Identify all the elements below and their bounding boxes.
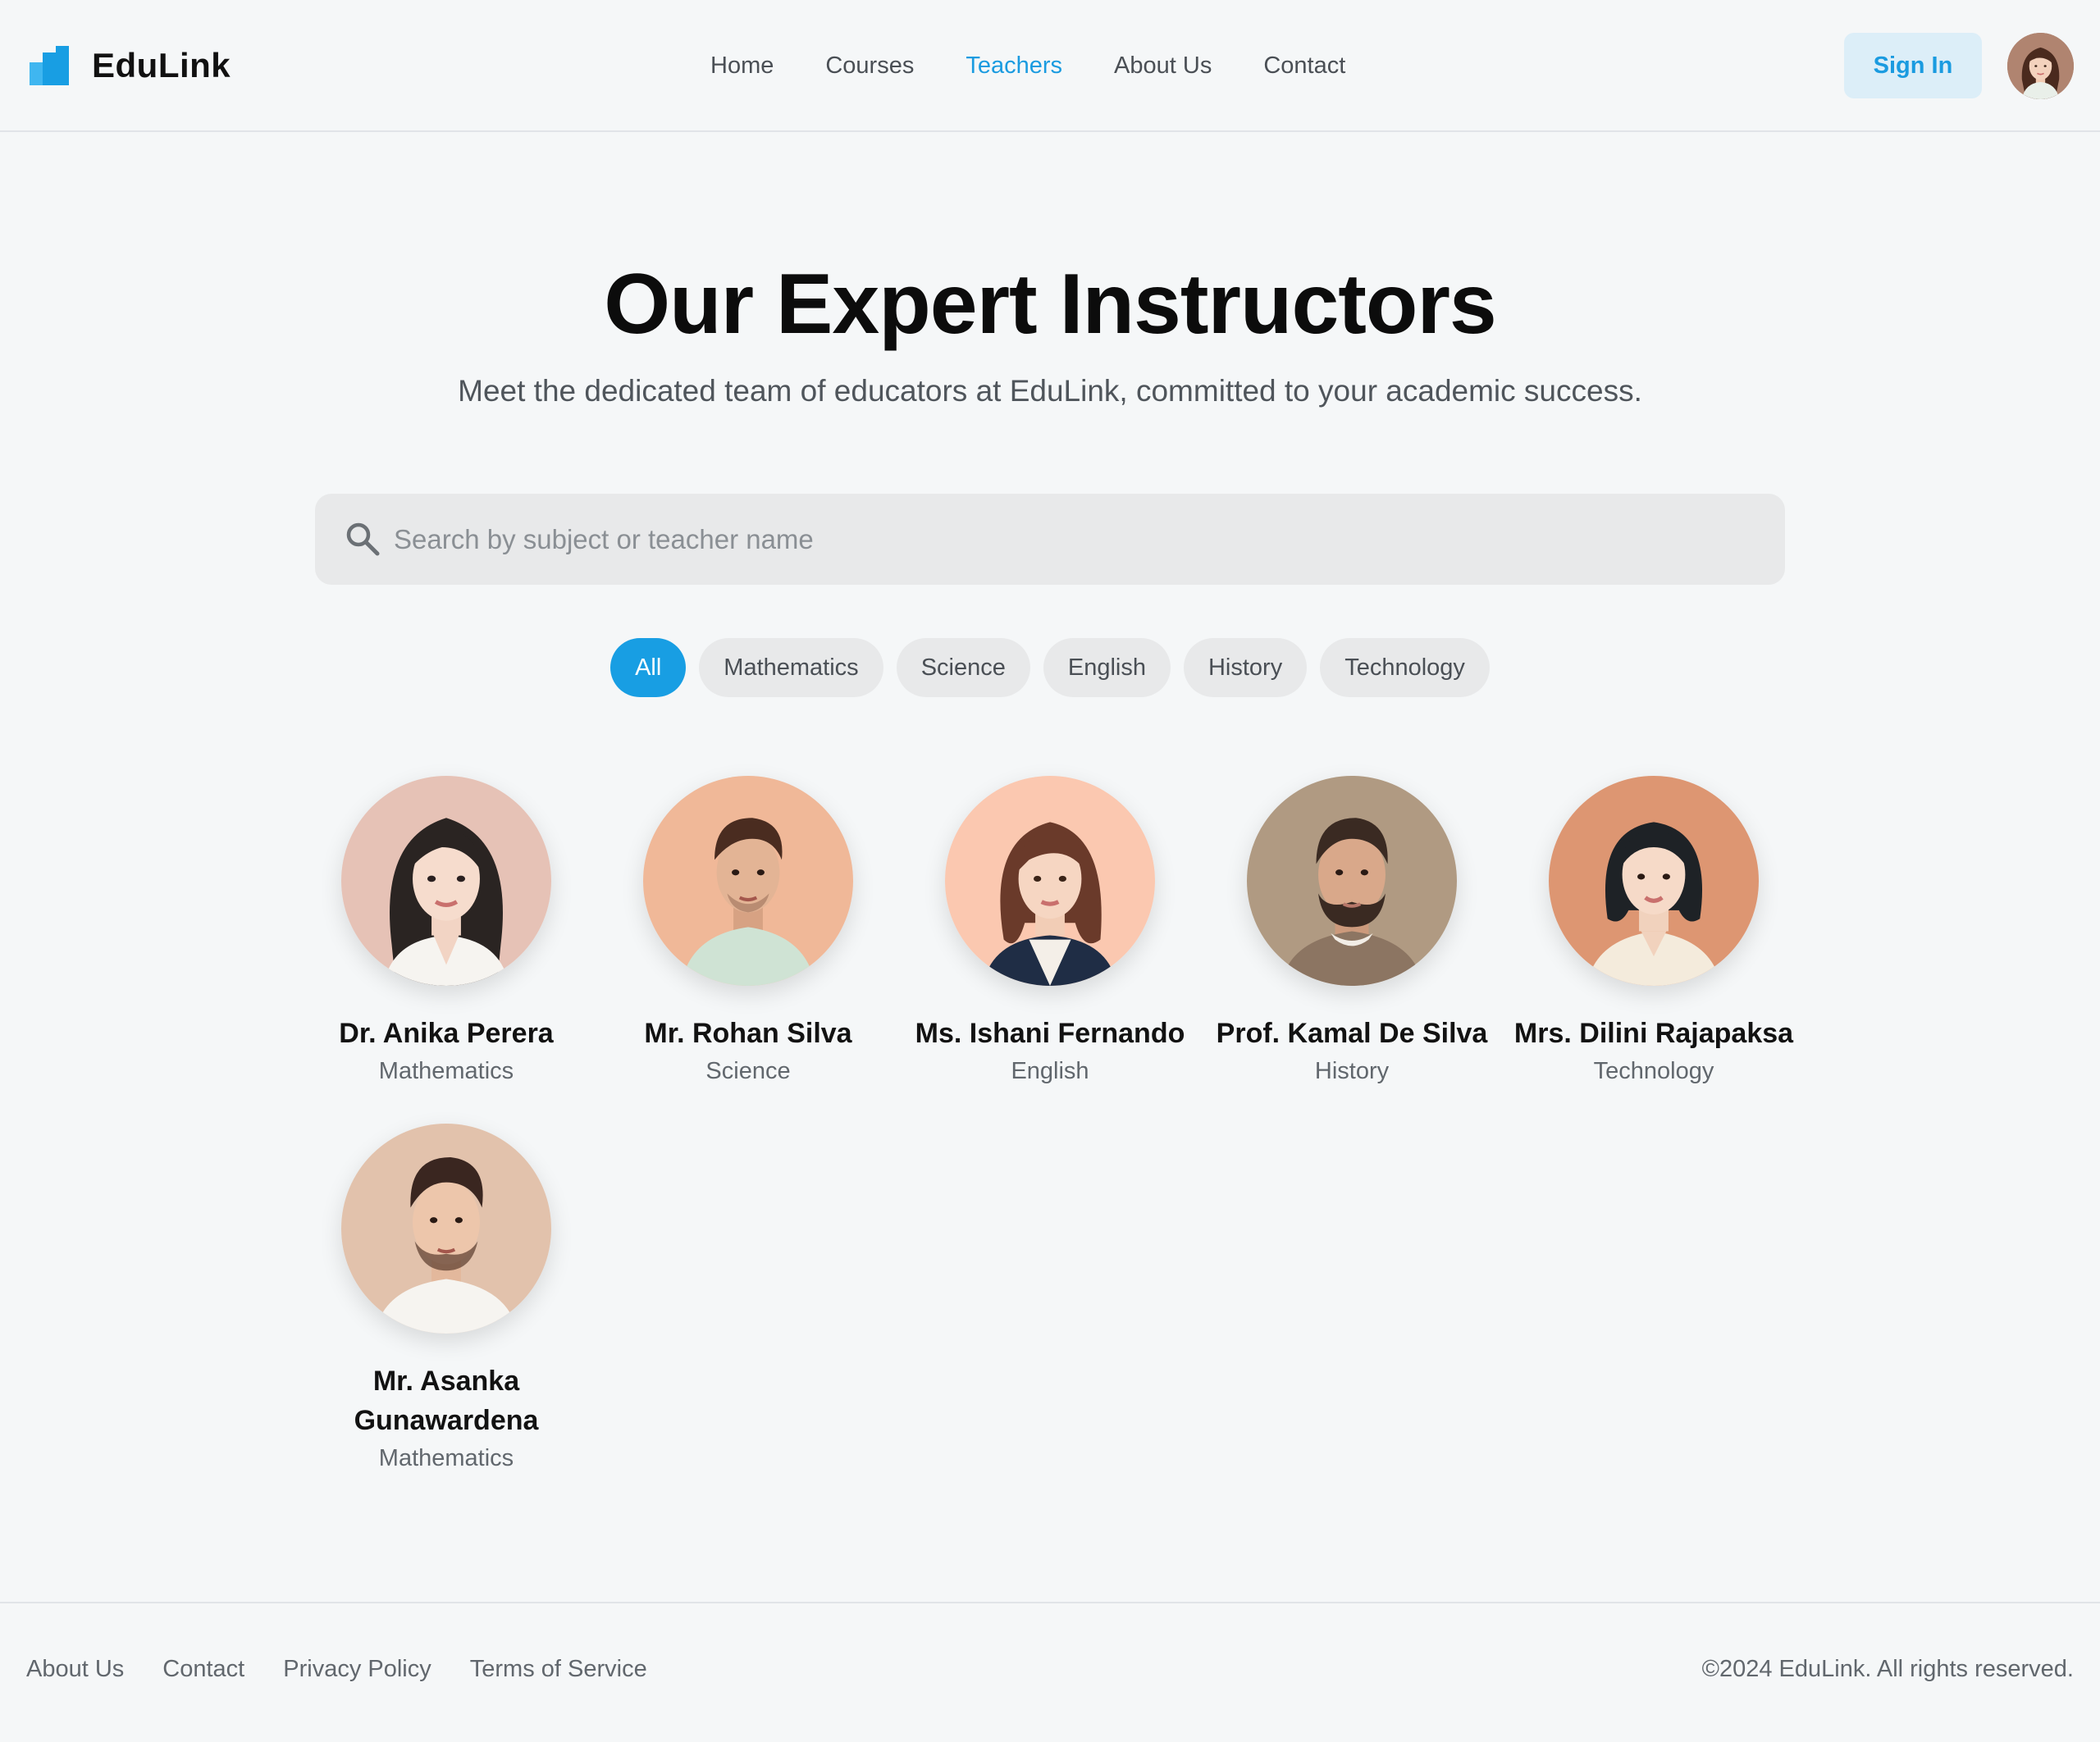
teacher-name: Dr. Anika Perera — [339, 1018, 554, 1049]
teacher-name: Prof. Kamal De Silva — [1216, 1018, 1488, 1049]
teacher-photo — [643, 776, 853, 986]
footer-link-privacy-policy[interactable]: Privacy Policy — [283, 1656, 431, 1683]
teacher-card[interactable]: Ms. Ishani Fernando English — [899, 776, 1201, 1088]
filter-english[interactable]: English — [1043, 638, 1171, 697]
search-input[interactable] — [394, 494, 1755, 585]
teacher-photo — [945, 776, 1155, 986]
footer-link-about-us[interactable]: About Us — [26, 1656, 124, 1683]
page-title: Our Expert Instructors — [604, 257, 1497, 352]
footer-link-terms-of-service[interactable]: Terms of Service — [470, 1656, 647, 1683]
nav-courses[interactable]: Courses — [825, 52, 914, 80]
subject-filters: All Mathematics Science English History … — [0, 638, 2100, 697]
user-avatar-image — [2007, 33, 2074, 99]
nav-contact[interactable]: Contact — [1263, 52, 1345, 80]
teacher-card[interactable]: Dr. Anika Perera Mathematics — [295, 776, 597, 1088]
search-bar[interactable] — [315, 494, 1785, 585]
filter-all[interactable]: All — [610, 638, 687, 697]
teacher-photo — [1247, 776, 1457, 986]
teacher-name: Mrs. Dilini Rajapaksa — [1513, 1018, 1794, 1049]
teacher-subject: Science — [705, 1058, 791, 1084]
nav-about-us[interactable]: About Us — [1114, 52, 1212, 80]
teacher-card[interactable]: Prof. Kamal De Silva History — [1201, 776, 1503, 1088]
teacher-subject: Technology — [1593, 1058, 1714, 1084]
search-icon — [346, 522, 380, 556]
filter-technology[interactable]: Technology — [1320, 638, 1490, 697]
teacher-subject: English — [1011, 1058, 1089, 1084]
teacher-photo — [341, 776, 551, 986]
teacher-card[interactable]: Mr. Rohan Silva Science — [597, 776, 899, 1088]
top-header: EduLink Home Courses Teachers About Us C… — [0, 0, 2100, 132]
teacher-name: Mr. Asanka Gunawardena — [354, 1366, 539, 1436]
filter-history[interactable]: History — [1183, 638, 1308, 697]
nav-home[interactable]: Home — [710, 52, 774, 80]
teacher-subject: Mathematics — [378, 1445, 514, 1471]
edulink-logo-icon — [30, 46, 69, 85]
page-subtitle: Meet the dedicated team of educators at … — [458, 374, 1642, 408]
teacher-subject: Mathematics — [378, 1058, 514, 1084]
user-avatar[interactable] — [2007, 33, 2074, 99]
teacher-photo — [341, 1124, 551, 1334]
copyright-text: ©2024 EduLink. All rights reserved. — [1701, 1656, 2074, 1682]
brand[interactable]: EduLink — [30, 39, 231, 92]
teacher-card[interactable]: Mr. Asanka Gunawardena Mathematics — [295, 1124, 597, 1475]
main-nav: Home Courses Teachers About Us Contact — [710, 43, 1345, 89]
brand-name: EduLink — [92, 46, 231, 84]
teacher-name: Ms. Ishani Fernando — [915, 1018, 1185, 1049]
teacher-subject: History — [1314, 1058, 1390, 1084]
footer-link-contact[interactable]: Contact — [162, 1656, 244, 1683]
sign-in-button[interactable]: Sign In — [1844, 33, 1982, 98]
teacher-name: Mr. Rohan Silva — [644, 1018, 852, 1049]
teacher-photo — [1549, 776, 1759, 986]
footer-links: About Us Contact Privacy Policy Terms of… — [26, 1656, 686, 1683]
nav-teachers[interactable]: Teachers — [966, 52, 1062, 80]
filter-mathematics[interactable]: Mathematics — [699, 638, 883, 697]
teacher-card[interactable]: Mrs. Dilini Rajapaksa Technology — [1503, 776, 1805, 1088]
page-footer: About Us Contact Privacy Policy Terms of… — [0, 1602, 2100, 1742]
filter-science[interactable]: Science — [896, 638, 1030, 697]
